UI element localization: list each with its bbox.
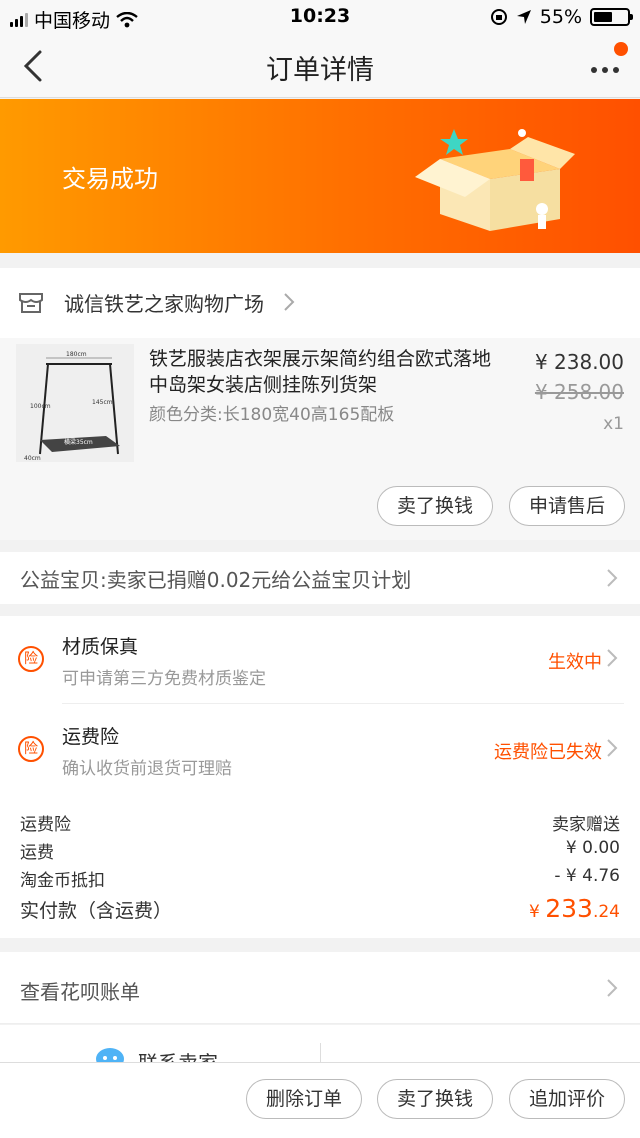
total-amount: ¥ 233.24 xyxy=(529,894,620,923)
order-status: 交易成功 xyxy=(62,165,158,193)
page-title: 订单详情 xyxy=(266,55,374,86)
product-quantity: x1 xyxy=(603,414,624,434)
insurance-badge-icon: 险 xyxy=(18,646,44,672)
fee-row: 运费 ¥ 0.00 xyxy=(20,838,620,863)
shop-row[interactable]: 诚信铁艺之家购物广场 xyxy=(0,268,640,338)
divider xyxy=(62,703,624,704)
sell-for-cash-button[interactable]: 卖了换钱 xyxy=(377,486,493,526)
insurance-desc: 确认收货前退货可理赔 xyxy=(62,759,232,779)
add-review-button[interactable]: 追加评价 xyxy=(509,1079,625,1119)
fee-summary: 运费险 卖家赠送 运费 ¥ 0.00 淘金币抵扣 - ¥ 4.76 实付款（含运… xyxy=(0,798,640,938)
product-thumbnail[interactable]: 180cm 145cm 100cm 40cm 横梁35cm xyxy=(16,344,134,462)
product-spec: 颜色分类:长180宽40高165配板 xyxy=(149,405,395,425)
product-item[interactable]: 180cm 145cm 100cm 40cm 横梁35cm 铁艺服装店衣架展示架… xyxy=(0,338,640,540)
insurance-title: 运费险 xyxy=(62,726,120,748)
fee-value: ¥ 0.00 xyxy=(565,838,620,858)
fee-row: 运费险 卖家赠送 xyxy=(20,810,620,835)
orientation-lock-icon xyxy=(490,9,507,25)
order-status-banner: 交易成功 xyxy=(0,99,640,253)
contact-row: 联系卖家 xyxy=(0,1025,640,1065)
thumb-width-label: 180cm xyxy=(66,351,87,358)
fee-value: - ¥ 4.76 xyxy=(554,866,620,886)
charity-text: 公益宝贝:卖家已捐赠0.02元给公益宝贝计划 xyxy=(20,568,412,592)
insurance-status: 生效中 xyxy=(548,652,602,673)
huabei-bill-row[interactable]: 查看花呗账单 xyxy=(0,952,640,1024)
location-icon xyxy=(516,10,531,24)
total-row: 实付款（含运费） ¥ 233.24 xyxy=(20,894,620,923)
product-title[interactable]: 铁艺服装店衣架展示架简约组合欧式落地中岛架女装店侧挂陈列货架 xyxy=(149,346,509,398)
shop-name[interactable]: 诚信铁艺之家购物广场 xyxy=(64,288,264,317)
fee-row: 淘金币抵扣 - ¥ 4.76 xyxy=(20,866,620,891)
nav-bar: 订单详情 xyxy=(0,34,640,98)
fee-value: 卖家赠送 xyxy=(552,815,620,835)
insurance-desc: 可申请第三方免费材质鉴定 xyxy=(62,669,266,689)
charity-row[interactable]: 公益宝贝:卖家已捐赠0.02元给公益宝贝计划 xyxy=(0,552,640,604)
battery-icon xyxy=(590,8,633,26)
chevron-right-icon xyxy=(607,739,618,757)
thumb-beam-label: 横梁35cm xyxy=(64,438,93,446)
store-icon xyxy=(19,293,43,313)
total-label: 实付款（含运费） xyxy=(20,900,173,922)
chevron-right-icon xyxy=(284,293,295,311)
insurance-section: 险 材质保真 可申请第三方免费材质鉴定 生效中 险 运费险 确认收货前退货可理赔… xyxy=(0,616,640,798)
chevron-right-icon xyxy=(607,979,618,997)
thumb-depth-label: 40cm xyxy=(24,455,41,462)
fee-label: 运费险 xyxy=(20,815,71,835)
delete-order-button[interactable]: 删除订单 xyxy=(246,1079,362,1119)
chevron-right-icon xyxy=(607,569,618,587)
thumb-height-label: 145cm xyxy=(92,399,113,406)
product-original-price: ¥ 258.00 xyxy=(534,380,624,404)
insurance-badge-icon: 险 xyxy=(18,736,44,762)
notification-dot xyxy=(614,42,628,56)
thumb-side-label: 100cm xyxy=(30,403,51,410)
package-illustration xyxy=(415,129,575,231)
bottom-action-bar: 删除订单 卖了换钱 追加评价 xyxy=(0,1062,640,1138)
product-price: ¥ 238.00 xyxy=(534,350,624,374)
sell-for-cash-bottom-button[interactable]: 卖了换钱 xyxy=(377,1079,493,1119)
fee-label: 淘金币抵扣 xyxy=(20,871,105,891)
fee-label: 运费 xyxy=(20,843,54,863)
chevron-right-icon xyxy=(607,649,618,667)
insurance-title: 材质保真 xyxy=(62,636,139,658)
huabei-text: 查看花呗账单 xyxy=(20,980,140,1004)
battery-percent: 55% xyxy=(539,6,582,28)
apply-after-sale-button[interactable]: 申请售后 xyxy=(509,486,625,526)
status-bar: 中国移动 10:23 55% xyxy=(0,0,640,34)
insurance-status: 运费险已失效 xyxy=(494,742,602,763)
